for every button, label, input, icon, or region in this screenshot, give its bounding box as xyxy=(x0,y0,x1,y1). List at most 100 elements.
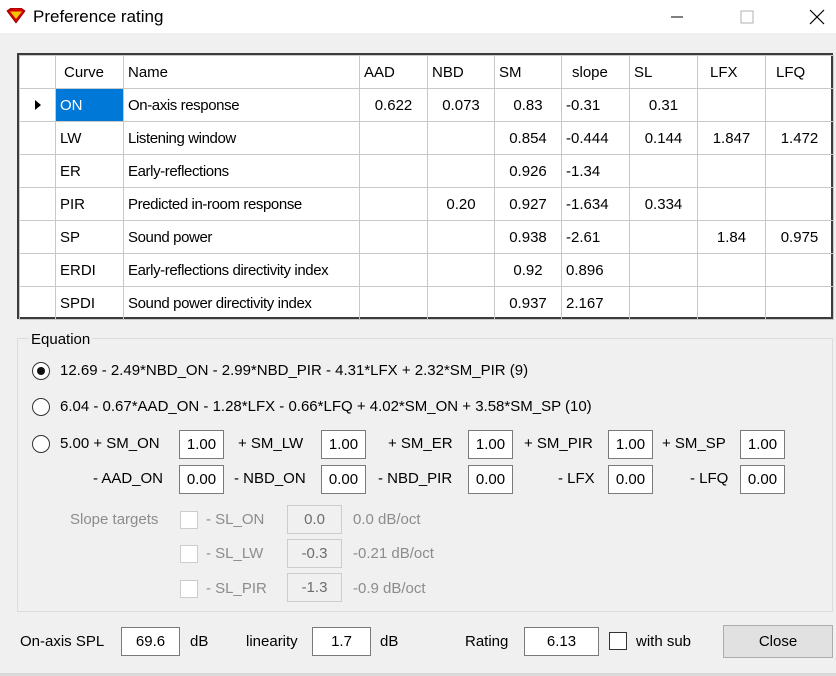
column-header-slope[interactable]: slope xyxy=(561,55,630,89)
onaxis-spl-field[interactable]: 69.6 xyxy=(121,627,180,656)
cell-lfx[interactable] xyxy=(697,286,766,320)
cell-lfq[interactable] xyxy=(765,253,834,287)
column-header-lfx[interactable]: LFX xyxy=(697,55,766,89)
cell-curve[interactable]: ERDI xyxy=(55,253,124,287)
column-header-aad[interactable]: AAD xyxy=(359,55,428,89)
cell-sm[interactable]: 0.854 xyxy=(494,121,562,155)
cell-aad[interactable] xyxy=(359,220,428,254)
column-header-name[interactable]: Name xyxy=(123,55,360,89)
aad-on-input[interactable]: 0.00 xyxy=(179,465,224,494)
table-row[interactable]: LW Listening window 0.854 -0.444 0.144 1… xyxy=(19,121,834,155)
cell-name[interactable]: Early-reflections xyxy=(123,154,360,188)
sl-on-checkbox[interactable] xyxy=(180,511,198,529)
cell-lfq[interactable] xyxy=(765,88,834,122)
cell-lfx[interactable] xyxy=(697,253,766,287)
sm-er-input[interactable]: 1.00 xyxy=(468,430,513,459)
cell-nbd[interactable] xyxy=(427,121,495,155)
cell-aad[interactable] xyxy=(359,286,428,320)
cell-lfx[interactable] xyxy=(697,88,766,122)
row-header[interactable] xyxy=(19,220,56,254)
cell-name[interactable]: Predicted in-room response xyxy=(123,187,360,221)
nbd-on-input[interactable]: 0.00 xyxy=(321,465,366,494)
cell-lfx[interactable] xyxy=(697,154,766,188)
equation-option-2-radio[interactable] xyxy=(32,398,50,416)
cell-sl[interactable]: 0.334 xyxy=(629,187,698,221)
current-row-indicator[interactable] xyxy=(19,88,56,122)
with-sub-label[interactable]: with sub xyxy=(636,633,691,650)
table-row[interactable]: SP Sound power 0.938 -2.61 1.84 0.975 xyxy=(19,220,834,254)
table-row[interactable]: ERDI Early-reflections directivity index… xyxy=(19,253,834,287)
cell-lfq[interactable]: 0.975 xyxy=(765,220,834,254)
cell-nbd[interactable] xyxy=(427,253,495,287)
sm-lw-input[interactable]: 1.00 xyxy=(321,430,366,459)
close-button[interactable]: Close xyxy=(723,625,833,658)
cell-nbd[interactable] xyxy=(427,220,495,254)
cell-curve[interactable]: PIR xyxy=(55,187,124,221)
cell-slope[interactable]: -2.61 xyxy=(561,220,630,254)
cell-curve[interactable]: ER xyxy=(55,154,124,188)
cell-curve[interactable]: SPDI xyxy=(55,286,124,320)
cell-lfq[interactable]: 1.472 xyxy=(765,121,834,155)
cell-sl[interactable] xyxy=(629,286,698,320)
cell-sl[interactable] xyxy=(629,253,698,287)
rating-field[interactable]: 6.13 xyxy=(524,627,599,656)
sl-lw-input[interactable]: -0.3 xyxy=(287,539,342,568)
cell-sm[interactable]: 0.83 xyxy=(494,88,562,122)
column-header-sm[interactable]: SM xyxy=(494,55,562,89)
row-header[interactable] xyxy=(19,253,56,287)
table-row[interactable]: ER Early-reflections 0.926 -1.34 xyxy=(19,154,834,188)
linearity-field[interactable]: 1.7 xyxy=(312,627,371,656)
maximize-button[interactable] xyxy=(724,0,770,33)
cell-sl[interactable]: 0.31 xyxy=(629,88,698,122)
cell-sm[interactable]: 0.926 xyxy=(494,154,562,188)
column-header-sl[interactable]: SL xyxy=(629,55,698,89)
lfq-input[interactable]: 0.00 xyxy=(740,465,785,494)
cell-sm[interactable]: 0.937 xyxy=(494,286,562,320)
cell-name[interactable]: Early-reflections directivity index xyxy=(123,253,360,287)
cell-lfq[interactable] xyxy=(765,187,834,221)
row-header[interactable] xyxy=(19,154,56,188)
with-sub-checkbox[interactable] xyxy=(609,632,627,650)
cell-slope[interactable]: -0.31 xyxy=(561,88,630,122)
cell-nbd[interactable]: 0.073 xyxy=(427,88,495,122)
table-row[interactable]: PIR Predicted in-room response 0.20 0.92… xyxy=(19,187,834,221)
table-row[interactable]: SPDI Sound power directivity index 0.937… xyxy=(19,286,834,320)
sm-pir-input[interactable]: 1.00 xyxy=(608,430,653,459)
cell-nbd[interactable] xyxy=(427,154,495,188)
equation-option-1-radio[interactable] xyxy=(32,362,50,380)
cell-aad[interactable] xyxy=(359,253,428,287)
sl-lw-checkbox[interactable] xyxy=(180,545,198,563)
sl-on-input[interactable]: 0.0 xyxy=(287,505,342,534)
cell-aad[interactable] xyxy=(359,187,428,221)
row-header[interactable] xyxy=(19,121,56,155)
column-header-curve[interactable]: Curve xyxy=(55,55,124,89)
cell-slope[interactable]: 0.896 xyxy=(561,253,630,287)
cell-lfq[interactable] xyxy=(765,154,834,188)
minimize-button[interactable] xyxy=(654,0,700,33)
sm-on-input[interactable]: 1.00 xyxy=(179,430,224,459)
cell-lfx[interactable] xyxy=(697,187,766,221)
cell-nbd[interactable] xyxy=(427,286,495,320)
equation-option-1-label[interactable]: 12.69 - 2.49*NBD_ON - 2.99*NBD_PIR - 4.3… xyxy=(60,362,528,379)
cell-lfx[interactable]: 1.84 xyxy=(697,220,766,254)
nbd-pir-input[interactable]: 0.00 xyxy=(468,465,513,494)
table-row[interactable]: ON On-axis response 0.622 0.073 0.83 -0.… xyxy=(19,88,834,122)
sl-pir-checkbox[interactable] xyxy=(180,580,198,598)
cell-name[interactable]: Sound power directivity index xyxy=(123,286,360,320)
cell-lfx[interactable]: 1.847 xyxy=(697,121,766,155)
curves-table[interactable]: Curve Name AAD NBD SM slope SL LFX LFQ O… xyxy=(17,53,834,320)
sl-pir-input[interactable]: -1.3 xyxy=(287,573,342,602)
cell-curve[interactable]: LW xyxy=(55,121,124,155)
cell-sl[interactable] xyxy=(629,154,698,188)
cell-curve[interactable]: SP xyxy=(55,220,124,254)
cell-sm[interactable]: 0.92 xyxy=(494,253,562,287)
cell-slope[interactable]: 2.167 xyxy=(561,286,630,320)
column-header-lfq[interactable]: LFQ xyxy=(765,55,834,89)
cell-name[interactable]: Listening window xyxy=(123,121,360,155)
cell-slope[interactable]: -0.444 xyxy=(561,121,630,155)
cell-sl[interactable]: 0.144 xyxy=(629,121,698,155)
cell-name[interactable]: On-axis response xyxy=(123,88,360,122)
equation-option-3-radio[interactable] xyxy=(32,435,50,453)
cell-aad[interactable] xyxy=(359,154,428,188)
cell-nbd[interactable]: 0.20 xyxy=(427,187,495,221)
